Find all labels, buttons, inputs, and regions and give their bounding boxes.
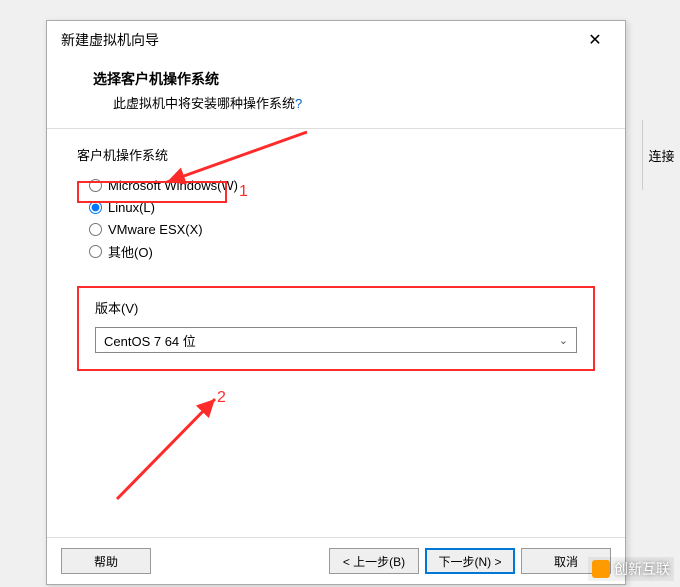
radio-linux-input[interactable] xyxy=(89,201,102,214)
radio-vmware-esx[interactable]: VMware ESX(X) xyxy=(89,218,595,240)
os-radio-group: Microsoft Windows(W) Linux(L) VMware ESX… xyxy=(77,174,595,262)
header-subtitle: 此虚拟机中将安装哪种操作系统? xyxy=(93,93,595,112)
radio-vmware-esx-input[interactable] xyxy=(89,223,102,236)
cancel-button[interactable]: 取消 xyxy=(521,548,611,574)
radio-windows-input[interactable] xyxy=(89,179,102,192)
radio-windows[interactable]: Microsoft Windows(W) xyxy=(89,174,595,196)
wizard-dialog: 新建虚拟机向导 ✕ 选择客户机操作系统 此虚拟机中将安装哪种操作系统? 客户机操… xyxy=(46,20,626,585)
header-subtitle-text: 此虚拟机中将安装哪种操作系统 xyxy=(113,96,295,111)
version-dropdown-value: CentOS 7 64 位 xyxy=(104,331,196,350)
version-dropdown[interactable]: CentOS 7 64 位 ⌄ xyxy=(95,327,577,353)
next-button[interactable]: 下一步(N) > xyxy=(425,548,515,574)
version-label: 版本(V) xyxy=(95,298,577,317)
back-button[interactable]: < 上一步(B) xyxy=(329,548,419,574)
side-panel-text: 连接 xyxy=(648,146,674,165)
close-icon: ✕ xyxy=(588,30,601,50)
annotation-arrow-2 xyxy=(97,389,247,509)
dialog-title: 新建虚拟机向导 xyxy=(61,30,159,50)
chevron-down-icon: ⌄ xyxy=(559,334,568,347)
radio-linux-label: Linux(L) xyxy=(108,200,155,215)
header-title: 选择客户机操作系统 xyxy=(93,69,595,89)
radio-linux[interactable]: Linux(L) xyxy=(89,196,595,218)
back-button-label: < 上一步(B) xyxy=(343,553,405,570)
header-subtitle-qmark: ? xyxy=(295,96,302,111)
annotation-number-2: 2 xyxy=(217,389,226,407)
content-area: 客户机操作系统 Microsoft Windows(W) Linux(L) VM… xyxy=(47,129,625,537)
nav-button-group: < 上一步(B) 下一步(N) > 取消 xyxy=(329,548,611,574)
radio-other-label: 其他(O) xyxy=(108,242,153,261)
titlebar: 新建虚拟机向导 ✕ xyxy=(47,21,625,59)
radio-other-input[interactable] xyxy=(89,245,102,258)
next-button-label: 下一步(N) > xyxy=(438,553,501,570)
radio-vmware-esx-label: VMware ESX(X) xyxy=(108,222,203,237)
version-group-highlight: 版本(V) CentOS 7 64 位 ⌄ xyxy=(77,286,595,371)
button-bar: 帮助 < 上一步(B) 下一步(N) > 取消 xyxy=(47,537,625,584)
radio-other[interactable]: 其他(O) xyxy=(89,240,595,262)
cancel-button-label: 取消 xyxy=(554,553,578,570)
os-group-label: 客户机操作系统 xyxy=(77,145,595,164)
header: 选择客户机操作系统 此虚拟机中将安装哪种操作系统? xyxy=(47,59,625,128)
close-button[interactable]: ✕ xyxy=(575,27,615,53)
radio-windows-label: Microsoft Windows(W) xyxy=(108,178,238,193)
help-button[interactable]: 帮助 xyxy=(61,548,151,574)
side-panel: 连接 xyxy=(642,120,680,190)
help-button-label: 帮助 xyxy=(94,553,118,570)
